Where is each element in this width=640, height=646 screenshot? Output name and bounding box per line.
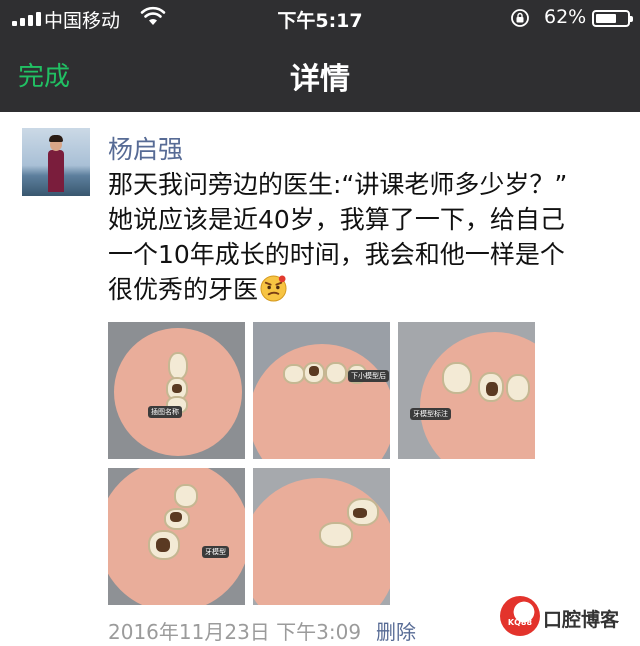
author-name[interactable]: 杨启强: [108, 130, 183, 166]
top-bar: 中国移动 下午5:17 62% 完成 详情: [0, 0, 640, 112]
post-text-line: 一个10年成长的时间，我会和他一样是个: [108, 240, 565, 269]
watermark-logo: KQ88: [500, 596, 540, 636]
post-text-line-end: 很优秀的牙医: [108, 275, 259, 304]
photo-label: 牙模型: [202, 546, 229, 558]
delete-button[interactable]: 删除: [376, 616, 416, 645]
post-text-line: 她说应该是近40岁，我算了一下，给自己: [108, 205, 565, 234]
dental-photo-4[interactable]: 牙模型: [108, 468, 245, 605]
smirk-emoji-icon: [260, 275, 287, 302]
dental-photo-5[interactable]: [253, 468, 390, 605]
dental-photo-1[interactable]: 插图名称: [108, 322, 245, 459]
battery-percent: 62%: [544, 6, 587, 28]
page-title: 详情: [290, 62, 350, 97]
post-timestamp: 2016年11月23日 下午3:09: [108, 620, 362, 644]
status-bar: 中国移动 下午5:17 62%: [0, 0, 640, 36]
dental-photo-2[interactable]: 下小模型后: [253, 322, 390, 459]
post-text-line: 很优秀的牙医: [108, 272, 628, 307]
photo-label: 插图名称: [148, 406, 182, 418]
photo-label: 下小模型后: [348, 370, 389, 382]
post-text: 那天我问旁边的医生:“讲课老师多少岁？” 她说应该是近40岁，我算了一下，给自己…: [108, 167, 628, 307]
photo-label: 牙模型标注: [410, 408, 451, 420]
rotation-lock-icon: [511, 9, 529, 27]
watermark-logo-text: KQ88: [507, 618, 533, 627]
dental-photo-3[interactable]: 牙模型标注: [398, 322, 535, 459]
avatar[interactable]: [22, 128, 90, 196]
battery-icon: [592, 10, 633, 27]
post-text-line: 那天我问旁边的医生:“讲课老师多少岁？”: [108, 170, 568, 199]
watermark-brand: 口腔博客: [543, 609, 620, 631]
